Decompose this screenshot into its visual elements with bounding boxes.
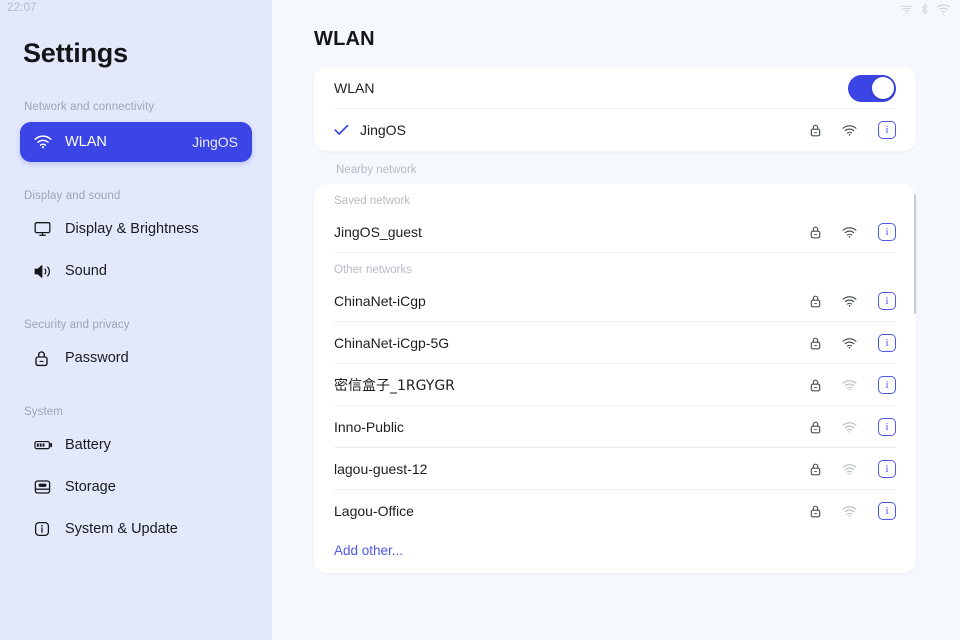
- network-name: JingOS: [360, 122, 406, 138]
- wifi-signal-icon: [842, 124, 857, 136]
- network-info-button[interactable]: i: [878, 460, 896, 478]
- network-row-icons: i: [810, 418, 896, 436]
- lock-icon: [810, 463, 821, 476]
- network-info-button[interactable]: i: [878, 334, 896, 352]
- lock-icon: [810, 124, 821, 137]
- lock-icon: [810, 226, 821, 239]
- network-row-inno-public[interactable]: Inno-Public i: [314, 406, 916, 448]
- lock-icon: [34, 350, 56, 367]
- network-info-button[interactable]: i: [878, 502, 896, 520]
- nearby-network-label: Nearby network: [336, 164, 417, 176]
- network-name: Inno-Public: [334, 419, 405, 435]
- sidebar-group-label-display: Display and sound: [24, 190, 121, 202]
- sidebar-item-label: Storage: [65, 479, 116, 495]
- sidebar-item-label: WLAN: [65, 134, 107, 150]
- lock-icon: [810, 379, 821, 392]
- connected-network-row[interactable]: JingOS i: [314, 109, 916, 151]
- network-row-icons: i: [810, 223, 896, 241]
- network-row-saved-jingos-guest[interactable]: JingOS_guest i: [314, 211, 916, 253]
- sidebar-item-password[interactable]: Password: [20, 338, 252, 378]
- network-row-icons: i: [810, 334, 896, 352]
- network-row-chinanet-icgp-5g[interactable]: ChinaNet-iCgp-5G i: [314, 322, 916, 364]
- network-name: Lagou-Office: [334, 503, 414, 519]
- sidebar-item-system-update[interactable]: System & Update: [20, 509, 252, 549]
- network-row-lagou-guest-12[interactable]: lagou-guest-12 i: [314, 448, 916, 490]
- sidebar-group-label-network: Network and connectivity: [24, 101, 155, 113]
- network-name: lagou-guest-12: [334, 461, 428, 477]
- wifi-icon: [34, 135, 56, 149]
- sidebar-item-battery[interactable]: Battery: [20, 425, 252, 465]
- sidebar-item-value: JingOS: [192, 134, 238, 150]
- sidebar-item-label: Password: [65, 350, 129, 366]
- network-row-icons: i: [810, 460, 896, 478]
- sidebar-group-label-system: System: [24, 406, 63, 418]
- wlan-toggle-switch[interactable]: [848, 74, 896, 102]
- sidebar-item-storage[interactable]: Storage: [20, 467, 252, 507]
- network-row-icons: i: [810, 376, 896, 394]
- lock-icon: [810, 337, 821, 350]
- wifi-signal-icon: [842, 379, 857, 391]
- network-info-button[interactable]: i: [878, 121, 896, 139]
- page-title: WLAN: [314, 28, 375, 50]
- network-name: JingOS_guest: [334, 224, 422, 240]
- sidebar-item-display-brightness[interactable]: Display & Brightness: [20, 209, 252, 249]
- info-circle-icon: [34, 521, 56, 537]
- main-content: WLAN WLAN JingOS i Nearby network Saved …: [272, 0, 960, 640]
- wlan-toggle-card: WLAN JingOS i: [314, 67, 916, 151]
- settings-window: 22:07 Settings Network and connectivity …: [0, 0, 960, 640]
- network-row-lagou-office[interactable]: Lagou-Office i: [314, 490, 916, 532]
- wifi-signal-icon: [842, 421, 857, 433]
- network-name: ChinaNet-iCgp: [334, 293, 426, 309]
- sidebar-item-label: System & Update: [65, 521, 178, 537]
- app-title: Settings: [23, 38, 128, 68]
- network-info-button[interactable]: i: [878, 292, 896, 310]
- network-info-button[interactable]: i: [878, 418, 896, 436]
- lock-icon: [810, 421, 821, 434]
- speaker-icon: [34, 264, 56, 279]
- wifi-signal-icon: [842, 463, 857, 475]
- nearby-networks-card: Saved network JingOS_guest i Other netwo…: [314, 184, 916, 573]
- sidebar: Settings Network and connectivity WLAN J…: [0, 0, 272, 640]
- monitor-icon: [34, 221, 56, 237]
- network-row-mixinhezi[interactable]: 密信盒子_1RGYGR i: [314, 364, 916, 406]
- checkmark-icon: [334, 124, 352, 136]
- lock-icon: [810, 295, 821, 308]
- wifi-signal-icon: [842, 295, 857, 307]
- wlan-toggle-label: WLAN: [334, 80, 375, 96]
- add-other-network-button[interactable]: Add other...: [314, 532, 916, 573]
- other-networks-label: Other networks: [334, 264, 412, 276]
- wifi-signal-icon: [842, 505, 857, 517]
- sidebar-item-label: Display & Brightness: [65, 221, 199, 237]
- storage-icon: [34, 479, 56, 495]
- sidebar-item-sound[interactable]: Sound: [20, 251, 252, 291]
- battery-icon: [34, 439, 56, 451]
- sidebar-item-wlan[interactable]: WLAN JingOS: [20, 122, 252, 162]
- network-name: 密信盒子_1RGYGR: [334, 378, 455, 394]
- network-row-chinanet-icgp[interactable]: ChinaNet-iCgp i: [314, 280, 916, 322]
- lock-icon: [810, 505, 821, 518]
- sidebar-group-label-security: Security and privacy: [24, 319, 130, 331]
- sidebar-item-label: Battery: [65, 437, 111, 453]
- network-info-button[interactable]: i: [878, 223, 896, 241]
- network-row-icons: i: [810, 121, 896, 139]
- wifi-signal-icon: [842, 226, 857, 238]
- network-row-icons: i: [810, 292, 896, 310]
- wlan-toggle-row[interactable]: WLAN: [314, 67, 916, 109]
- toggle-knob: [871, 77, 894, 99]
- wifi-signal-icon: [842, 337, 857, 349]
- network-info-button[interactable]: i: [878, 376, 896, 394]
- network-row-icons: i: [810, 502, 896, 520]
- sidebar-item-label: Sound: [65, 263, 107, 279]
- network-name: ChinaNet-iCgp-5G: [334, 335, 450, 351]
- saved-network-label: Saved network: [334, 195, 411, 207]
